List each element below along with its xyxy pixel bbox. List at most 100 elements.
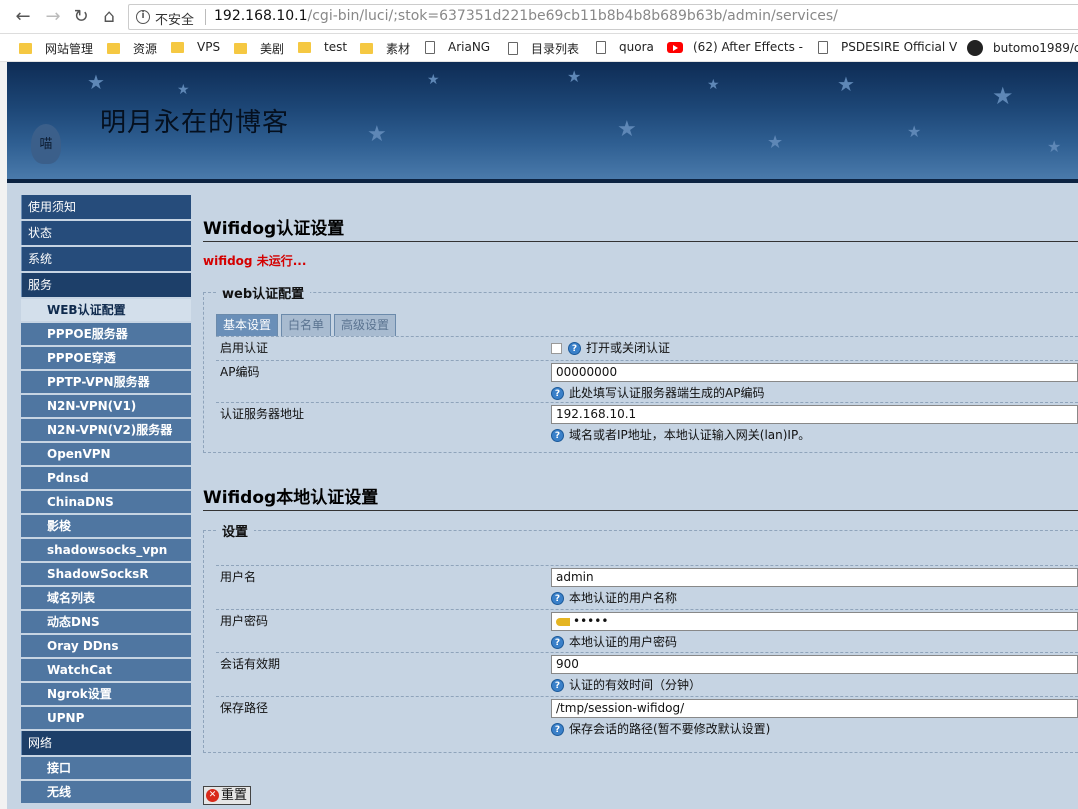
auth-server-input[interactable]: 192.168.10.1 bbox=[551, 405, 1078, 424]
help-icon: ? bbox=[551, 592, 564, 605]
bookmark-item[interactable]: quora bbox=[596, 40, 654, 54]
sidebar-item-shadowsocksr[interactable]: ShadowSocksR bbox=[21, 563, 191, 585]
main-content: Wifidog认证设置 wifidog 未运行... web认证配置 基本设置白… bbox=[203, 195, 1078, 783]
ap-code-control: 00000000 ? 此处填写认证服务器端生成的AP编码 bbox=[551, 363, 1078, 401]
bookmark-item[interactable]: 美剧 bbox=[234, 40, 284, 57]
sidebar-category-network[interactable]: 网络 bbox=[21, 731, 191, 755]
sidebar-item-pppoe-relay[interactable]: PPPOE穿透 bbox=[21, 347, 191, 369]
star-decoration: ★ bbox=[1047, 137, 1062, 156]
reset-button[interactable]: ✕ 重置 bbox=[203, 786, 252, 805]
bookmark-label: VPS bbox=[197, 40, 221, 54]
bookmark-item[interactable]: butomo1989/c bbox=[967, 40, 1078, 56]
password-label: 用户密码 bbox=[220, 614, 269, 628]
password-input[interactable]: ••••• bbox=[551, 612, 1078, 631]
url-field[interactable]: i 不安全 192.168.10.1/cgi-bin/luci/;stok=63… bbox=[128, 4, 1078, 30]
username-input[interactable]: admin bbox=[551, 568, 1078, 587]
folder-icon bbox=[360, 43, 373, 54]
session-timeout-input[interactable]: 900 bbox=[551, 655, 1078, 674]
sidebar-category-notice[interactable]: 使用须知 bbox=[21, 195, 191, 219]
bookmark-label: 网站管理 bbox=[45, 42, 94, 56]
url-text[interactable]: 192.168.10.1/cgi-bin/luci/;stok=637351d2… bbox=[214, 8, 838, 24]
save-path-hint-row: ? 保存会话的路径(暂不要修改默认设置) bbox=[551, 720, 1078, 737]
auth-server-hint-row: ? 域名或者IP地址，本地认证输入网关(lan)IP。 bbox=[551, 426, 1078, 443]
sidebar-item-ddns[interactable]: 动态DNS bbox=[21, 611, 191, 633]
sidebar-item-ngrok[interactable]: Ngrok设置 bbox=[21, 683, 191, 705]
bookmark-item[interactable]: 资源 bbox=[107, 40, 157, 57]
left-edge-strip bbox=[0, 62, 7, 809]
bookmark-item[interactable]: test bbox=[298, 40, 347, 54]
back-icon[interactable]: ← bbox=[12, 6, 34, 28]
sidebar-item-web-auth[interactable]: WEB认证配置 bbox=[21, 299, 191, 321]
username-label: 用户名 bbox=[220, 570, 257, 584]
sidebar-item-n2n-v2[interactable]: N2N-VPN(V2)服务器 bbox=[21, 419, 191, 441]
section-title-wifidog: Wifidog认证设置 bbox=[203, 214, 1078, 242]
status-text: wifidog 未运行... bbox=[203, 254, 307, 268]
auth-server-control: 192.168.10.1 ? 域名或者IP地址，本地认证输入网关(lan)IP。 bbox=[551, 405, 1078, 443]
home-icon[interactable]: ⌂ bbox=[98, 6, 120, 28]
sidebar-item-shadow[interactable]: 影梭 bbox=[21, 515, 191, 537]
save-path-input[interactable]: /tmp/session-wifidog/ bbox=[551, 699, 1078, 718]
url-path: /cgi-bin/luci/;stok=637351d221be69cb11b8… bbox=[307, 8, 838, 24]
save-path-control: /tmp/session-wifidog/ ? 保存会话的路径(暂不要修改默认设置… bbox=[551, 699, 1078, 737]
bookmark-item[interactable]: AriaNG bbox=[425, 40, 490, 54]
star-decoration: ★ bbox=[992, 82, 1014, 110]
youtube-icon bbox=[667, 41, 683, 53]
bookmark-label: PSDESIRE Official V bbox=[841, 40, 958, 54]
sidebar-category-services[interactable]: 服务 bbox=[21, 273, 191, 297]
sidebar-category-system[interactable]: 系统 bbox=[21, 247, 191, 271]
sidebar-item-oray-ddns[interactable]: Oray DDns bbox=[21, 635, 191, 657]
sidebar-item-wireless[interactable]: 无线 bbox=[21, 781, 191, 803]
bookmark-item[interactable]: 素材 bbox=[360, 40, 410, 57]
forward-icon[interactable]: → bbox=[42, 6, 64, 28]
sidebar-item-upnp[interactable]: UPNP bbox=[21, 707, 191, 729]
sidebar-item-pppoe-server[interactable]: PPPOE服务器 bbox=[21, 323, 191, 345]
bookmark-label: 目录列表 bbox=[531, 42, 580, 56]
sidebar-item-n2n-v1[interactable]: N2N-VPN(V1) bbox=[21, 395, 191, 417]
bookmark-item[interactable]: 网站管理 bbox=[19, 40, 93, 57]
tab-whitelist[interactable]: 白名单 bbox=[281, 314, 332, 336]
page-icon bbox=[425, 40, 435, 54]
form-row-username: 用户名 admin ? 本地认证的用户名称 bbox=[216, 565, 1078, 609]
sidebar-item-pptp-vpn[interactable]: PPTP-VPN服务器 bbox=[21, 371, 191, 393]
reload-icon[interactable]: ↻ bbox=[70, 6, 92, 28]
auth-server-label: 认证服务器地址 bbox=[220, 407, 305, 421]
help-icon: ? bbox=[551, 636, 564, 649]
ap-code-input[interactable]: 00000000 bbox=[551, 363, 1078, 382]
sidebar-item-openvpn[interactable]: OpenVPN bbox=[21, 443, 191, 465]
bookmark-item[interactable]: (62) After Effects - bbox=[667, 40, 803, 54]
star-decoration: ★ bbox=[837, 72, 855, 96]
sidebar-item-domain-list[interactable]: 域名列表 bbox=[21, 587, 191, 609]
url-separator bbox=[205, 9, 206, 25]
section-title-local-auth: Wifidog本地认证设置 bbox=[203, 483, 1078, 511]
sidebar-item-shadowsocks-vpn[interactable]: shadowsocks_vpn bbox=[21, 539, 191, 561]
info-icon[interactable]: i bbox=[136, 10, 150, 24]
sidebar-item-interfaces[interactable]: 接口 bbox=[21, 757, 191, 779]
tab-advanced[interactable]: 高级设置 bbox=[334, 314, 397, 336]
sidebar-item-chinadns[interactable]: ChinaDNS bbox=[21, 491, 191, 513]
bookmarks-bar: 网站管理 资源 VPS 美剧 test 素材 AriaNG 目录列表 quora… bbox=[0, 34, 1078, 62]
star-decoration: ★ bbox=[87, 70, 105, 94]
sidebar-category-status[interactable]: 状态 bbox=[21, 221, 191, 245]
sidebar-item-pdnsd[interactable]: Pdnsd bbox=[21, 467, 191, 489]
insecure-label[interactable]: 不安全 bbox=[155, 9, 194, 28]
session-timeout-hint: 认证的有效时间（分钟） bbox=[569, 678, 702, 692]
enable-hint: 打开或关闭认证 bbox=[586, 341, 671, 355]
form-row-password: 用户密码 ••••• ? 本地认证的用户密码 bbox=[216, 609, 1078, 652]
bookmark-label: 资源 bbox=[133, 42, 158, 56]
ap-code-label: AP编码 bbox=[220, 365, 260, 379]
star-decoration: ★ bbox=[907, 122, 922, 141]
fieldset-spacer bbox=[216, 540, 1078, 565]
page-icon bbox=[818, 40, 828, 54]
bookmark-item[interactable]: VPS bbox=[171, 40, 220, 54]
username-hint: 本地认证的用户名称 bbox=[569, 591, 678, 605]
sidebar-item-watchcat[interactable]: WatchCat bbox=[21, 659, 191, 681]
enable-checkbox[interactable] bbox=[551, 343, 562, 354]
reset-icon: ✕ bbox=[206, 789, 219, 802]
ap-code-hint-row: ? 此处填写认证服务器端生成的AP编码 bbox=[551, 384, 1078, 401]
bookmark-item[interactable]: PSDESIRE Official V bbox=[818, 40, 957, 54]
auth-server-hint: 域名或者IP地址，本地认证输入网关(lan)IP。 bbox=[569, 428, 811, 442]
username-hint-row: ? 本地认证的用户名称 bbox=[551, 589, 1078, 606]
bookmark-item[interactable]: 目录列表 bbox=[508, 40, 579, 57]
tab-basic[interactable]: 基本设置 bbox=[216, 314, 279, 336]
password-hint: 本地认证的用户密码 bbox=[569, 635, 678, 649]
